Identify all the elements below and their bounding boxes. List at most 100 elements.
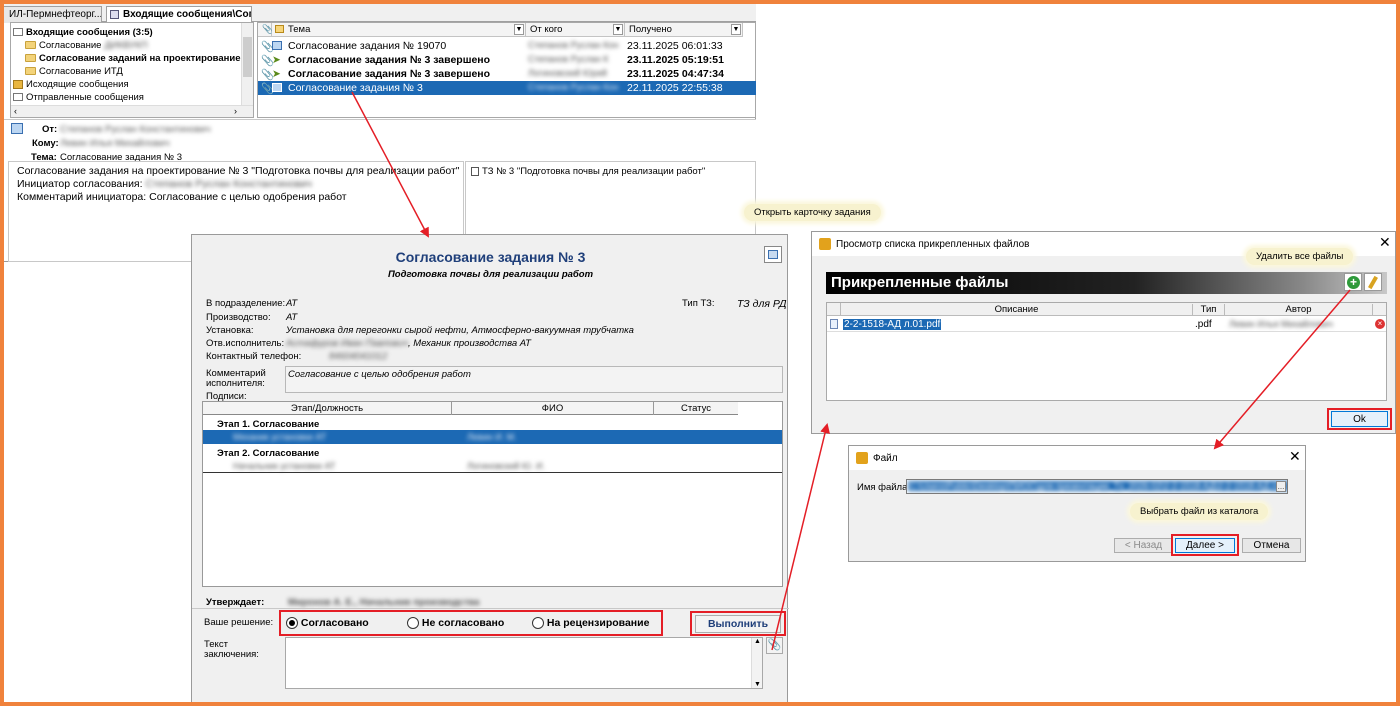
card-subtitle: Подготовка почвы для реализации работ [387, 269, 594, 280]
file-type: .pdf [1195, 319, 1212, 330]
app-icon [819, 238, 831, 250]
radio-approved[interactable]: Согласовано [286, 617, 369, 630]
stage-1-label: Этап 1. Согласование [217, 419, 320, 430]
body-line: Комментарий инициатора: Согласование с ц… [17, 191, 347, 203]
tree-item-label: Согласование ИТД [39, 65, 123, 77]
file-author: Левин Илья Михайлович [1229, 319, 1333, 329]
radio-selected-icon [286, 617, 298, 630]
tree-item-design-approval[interactable]: Согласование заданий на проектирование ( [25, 52, 246, 64]
close-icon[interactable]: ✕ [1379, 235, 1391, 251]
received-col-header[interactable]: Получено ▼ [625, 23, 743, 37]
body-line: Согласование задания на проектирование №… [17, 165, 460, 177]
comment-value: Согласование с целью одобрения работ [288, 369, 471, 380]
broom-icon [1368, 275, 1378, 290]
folder-tree: Входящие сообщения (3:5) Согласование ДИ… [10, 22, 254, 118]
card-title: Согласование задания № 3 [395, 249, 586, 265]
files-header: Описание Тип Автор [827, 303, 1386, 316]
next-button[interactable]: Далее > [1175, 538, 1235, 553]
comment-field[interactable]: Согласование с целью одобрения работ [285, 366, 783, 393]
tree-outgoing[interactable]: Исходящие сообщения [13, 78, 129, 90]
paperclip-icon[interactable]: 📎 [766, 637, 783, 654]
radio-not-approved[interactable]: Не согласовано [407, 617, 504, 630]
signature-row-selected[interactable]: Механик установки АТ Левин И. М. [203, 430, 782, 444]
desc-col-header[interactable]: Описание [841, 304, 1193, 316]
task-card-icon [272, 41, 282, 50]
close-icon[interactable]: ✕ [1289, 449, 1301, 465]
scroll-up-icon[interactable]: ▲ [754, 638, 761, 645]
exec-label: Отв.исполнитель: [206, 338, 285, 349]
scroll-left-icon[interactable]: ‹ [14, 106, 17, 116]
divider [192, 608, 789, 609]
status-header[interactable]: Статус [654, 403, 738, 414]
from-header-label: От кого [530, 24, 563, 35]
tab-organization[interactable]: ИЛ-Пермнефтеорг... [2, 6, 102, 23]
file-description[interactable]: 2-2-1518-АД л.01.pdf [843, 319, 942, 330]
body-line: Инициатор согласования: Степанов Руслан … [17, 178, 312, 190]
delete-all-files-button[interactable] [1364, 273, 1382, 291]
browse-icon[interactable]: … [1276, 481, 1286, 492]
message-row-selected[interactable]: 📎 Согласование задания № 3 Степанов Русл… [258, 81, 756, 95]
callout-open-card: Открыть карточку задания [744, 204, 881, 221]
phone-value: 84604041012 [329, 351, 388, 362]
message-received: 23.11.2025 05:19:51 [627, 54, 724, 66]
scroll-right-icon[interactable]: › [234, 106, 237, 116]
message-row[interactable]: 📎 Согласование задания № 19070 Степанов … [258, 39, 756, 53]
radio-review[interactable]: На рецензирование [532, 617, 649, 630]
envelope-icon [275, 25, 284, 33]
attachment-link[interactable]: ТЗ № 3 "Подготовка почвы для реализации … [482, 166, 705, 177]
signature-role: Начальник установки АТ [233, 461, 336, 471]
conclusion-scrollbar[interactable]: ▲ ▼ [751, 638, 762, 688]
filename-input[interactable]: C:\Users\Public\Desktop\ПИОС\для презент… [906, 479, 1288, 494]
tab-inbox-approval[interactable]: Входящие сообщения\Согла... [106, 6, 252, 23]
message-from: Степанов Руслан Кон [528, 40, 619, 50]
attach-col-header[interactable]: 📎 [258, 23, 273, 37]
tree-item-approval[interactable]: Согласование ДИКВУКП [25, 39, 148, 51]
subject-col-header[interactable]: Тема ▼ [272, 23, 526, 37]
radio-approved-label: Согласовано [300, 617, 369, 629]
tree-hscrollbar[interactable]: ‹ › [11, 105, 253, 117]
add-file-button[interactable]: + [1344, 273, 1362, 291]
chevron-down-icon[interactable]: ▼ [514, 24, 524, 35]
from-col-header[interactable]: От кого ▼ [526, 23, 625, 37]
folder-icon [25, 67, 36, 75]
scroll-down-icon[interactable]: ▼ [754, 681, 761, 688]
cancel-button[interactable]: Отмена [1242, 538, 1301, 553]
name-header[interactable]: ФИО [452, 403, 653, 414]
open-card-icon[interactable] [764, 246, 782, 263]
file-row[interactable]: 2-2-1518-АД л.01.pdf .pdf Левин Илья Мих… [827, 317, 1386, 332]
message-header: От: Степанов Руслан Константинович Кому:… [4, 119, 756, 163]
exec-position: , Механик производства АТ [408, 338, 531, 349]
task-card-icon [272, 83, 282, 92]
ok-button[interactable]: Ok [1331, 411, 1388, 427]
dept-label: В подразделение: [206, 298, 286, 309]
conclusion-label-2: заключения: [204, 649, 259, 660]
signature-row[interactable]: Начальник установки АТ Логиновский Ю. И. [203, 459, 782, 473]
tree-sent[interactable]: Отправленные сообщения [13, 91, 144, 103]
tree-scroll-thumb[interactable] [243, 37, 252, 77]
comment-label-2: исполнителя: [206, 378, 265, 389]
type-col-header[interactable]: Тип [1193, 304, 1225, 316]
message-list: 📎 Тема ▼ От кого ▼ Получено ▼ 📎 Согласов… [257, 22, 756, 118]
message-row[interactable]: 📎 ➤ Согласование задания № 3 завершено Л… [258, 67, 756, 81]
tree-item-label: Согласование [39, 39, 102, 51]
envelope-icon [13, 28, 23, 36]
stage-header[interactable]: Этап/Должность [203, 403, 451, 414]
delete-file-icon[interactable]: × [1375, 319, 1385, 329]
message-received: 23.11.2025 04:47:34 [627, 68, 724, 80]
chevron-down-icon[interactable]: ▼ [731, 24, 741, 35]
tree-vscrollbar[interactable] [241, 23, 253, 105]
tree-inbox[interactable]: Входящие сообщения (3:5) [13, 26, 153, 38]
tree-item-itd-approval[interactable]: Согласование ИТД [25, 65, 123, 77]
chevron-down-icon[interactable]: ▼ [613, 24, 623, 35]
message-from: Логиновский Юрий [528, 68, 608, 78]
execute-button[interactable]: Выполнить [695, 615, 781, 633]
conclusion-textarea[interactable]: ▲ ▼ [285, 637, 763, 689]
back-button[interactable]: < Назад [1114, 538, 1173, 553]
initiator-value: Степанов Руслан Константинович [145, 178, 312, 190]
stage-2-label: Этап 2. Согласование [217, 448, 320, 459]
author-col-header[interactable]: Автор [1225, 304, 1373, 316]
filename-value: C:\Users\Public\Desktop\ПИОС\для презент… [908, 481, 1287, 491]
radio-icon [407, 617, 419, 630]
message-row[interactable]: 📎 ➤ Согласование задания № 3 завершено С… [258, 53, 756, 67]
callout-delete-all: Удалить все файлы [1246, 248, 1354, 265]
